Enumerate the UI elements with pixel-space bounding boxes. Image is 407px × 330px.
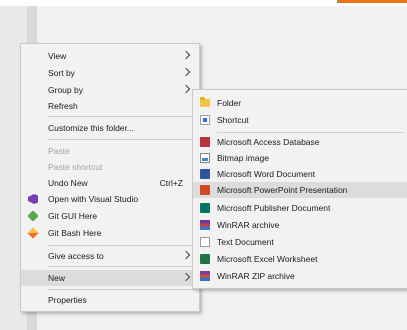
menu-separator	[48, 139, 195, 140]
folder-icon	[200, 97, 210, 107]
new-item-word-document[interactable]: Microsoft Word Document	[193, 166, 407, 182]
new-item-text-document[interactable]: Text Document	[193, 234, 407, 250]
menu-item-refresh[interactable]: Refresh	[21, 98, 199, 114]
menu-item-new[interactable]: New	[21, 270, 199, 286]
winrar-icon	[200, 220, 210, 230]
new-item-folder[interactable]: Folder	[193, 95, 407, 111]
powerpoint-icon	[200, 185, 210, 195]
submenu-item-label: Microsoft Publisher Document	[217, 203, 331, 213]
menu-item-properties[interactable]: Properties	[21, 292, 199, 308]
chevron-right-icon	[181, 50, 191, 60]
menu-item-open-visual-studio[interactable]: Open with Visual Studio	[21, 191, 199, 207]
submenu-item-label: Microsoft Excel Worksheet	[217, 254, 318, 264]
new-submenu: Folder Shortcut Microsoft Access Databas…	[192, 89, 407, 289]
submenu-item-label: Text Document	[217, 237, 274, 247]
menu-separator	[48, 245, 195, 246]
menu-item-label: New	[48, 273, 66, 283]
menu-item-label: Paste	[48, 146, 70, 156]
menu-separator	[48, 289, 195, 290]
menu-item-group-by[interactable]: Group by	[21, 82, 199, 98]
text-document-icon	[200, 237, 210, 247]
publisher-icon	[200, 203, 210, 213]
window-accent-strip	[337, 0, 407, 3]
excel-icon	[200, 254, 210, 264]
menu-item-label: Give access to	[48, 251, 104, 261]
menu-item-label: View	[48, 51, 67, 61]
shortcut-text: Ctrl+Z	[159, 178, 183, 188]
chevron-right-icon	[181, 272, 191, 282]
submenu-item-label: WinRAR ZIP archive	[217, 271, 295, 281]
bitmap-icon	[200, 153, 210, 163]
visual-studio-icon	[28, 194, 38, 204]
menu-item-label: Git GUI Here	[48, 211, 98, 221]
word-icon	[200, 169, 210, 179]
menu-item-label: Undo New	[48, 178, 88, 188]
menu-item-label: Group by	[48, 85, 83, 95]
menu-item-label: Properties	[48, 295, 87, 305]
new-item-powerpoint-presentation[interactable]: Microsoft PowerPoint Presentation	[193, 182, 407, 198]
menu-item-git-gui-here[interactable]: Git GUI Here	[21, 208, 199, 224]
menu-item-customize-folder[interactable]: Customize this folder...	[21, 120, 199, 136]
git-bash-icon	[27, 227, 39, 239]
menu-item-view[interactable]: View	[21, 48, 199, 64]
menu-item-label: Paste shortcut	[48, 162, 103, 172]
chevron-right-icon	[181, 84, 191, 94]
new-item-publisher-document[interactable]: Microsoft Publisher Document	[193, 200, 407, 216]
menu-item-paste[interactable]: Paste	[21, 143, 199, 159]
submenu-item-label: Folder	[217, 98, 242, 108]
menu-item-label: Sort by	[48, 68, 75, 78]
new-item-access-database[interactable]: Microsoft Access Database	[193, 134, 407, 150]
new-item-winrar-zip-archive[interactable]: WinRAR ZIP archive	[193, 268, 407, 284]
menu-item-sort-by[interactable]: Sort by	[21, 65, 199, 81]
submenu-item-label: Microsoft Access Database	[217, 137, 320, 147]
menu-separator	[48, 266, 195, 267]
menu-item-git-bash-here[interactable]: Git Bash Here	[21, 225, 199, 241]
submenu-item-label: Microsoft PowerPoint Presentation	[217, 185, 348, 195]
new-item-bitmap-image[interactable]: Bitmap image	[193, 150, 407, 166]
menu-item-label: Refresh	[48, 101, 78, 111]
menu-separator	[48, 116, 195, 117]
submenu-separator	[217, 132, 404, 133]
new-item-winrar-archive[interactable]: WinRAR archive	[193, 217, 407, 233]
submenu-item-label: Bitmap image	[217, 153, 269, 163]
menu-item-undo-new[interactable]: Undo New Ctrl+Z	[21, 175, 199, 191]
new-item-excel-worksheet[interactable]: Microsoft Excel Worksheet	[193, 251, 407, 267]
winrar-zip-icon	[200, 271, 210, 281]
git-gui-icon	[27, 210, 39, 222]
submenu-item-label: Shortcut	[217, 115, 249, 125]
context-menu: View Sort by Group by Refresh Customize …	[20, 43, 200, 312]
menu-item-paste-shortcut[interactable]: Paste shortcut	[21, 159, 199, 175]
shortcut-icon	[200, 115, 210, 125]
submenu-item-label: Microsoft Word Document	[217, 169, 316, 179]
chevron-right-icon	[181, 250, 191, 260]
new-item-shortcut[interactable]: Shortcut	[193, 112, 407, 128]
menu-item-give-access-to[interactable]: Give access to	[21, 248, 199, 264]
submenu-item-label: WinRAR archive	[217, 220, 280, 230]
menu-item-label: Git Bash Here	[48, 228, 102, 238]
access-icon	[200, 137, 210, 147]
chevron-right-icon	[181, 67, 191, 77]
menu-item-label: Open with Visual Studio	[48, 194, 139, 204]
menu-item-label: Customize this folder...	[48, 123, 134, 133]
